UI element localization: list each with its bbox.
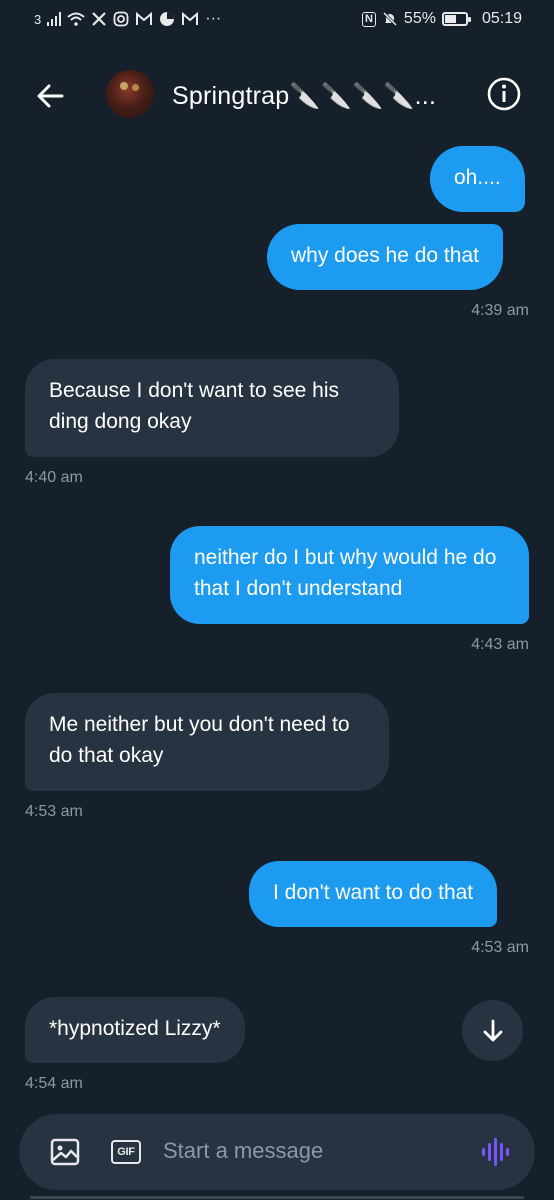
message-composer: GIF Start a message (19, 1114, 535, 1190)
message-timestamp: 4:43 am (471, 636, 529, 653)
wifi-icon (67, 12, 85, 26)
clock: 05:19 (481, 10, 522, 27)
gmail-icon (182, 12, 199, 25)
conversation-header: Springtrap🔪🔪🔪🔪... (0, 60, 554, 130)
battery-percent: 55% (403, 10, 436, 27)
message-input[interactable]: Start a message (163, 1138, 323, 1164)
more-notifications-icon: ··· (205, 10, 222, 27)
message-timestamp: 4:53 am (471, 939, 529, 956)
image-icon[interactable] (50, 1138, 80, 1166)
nfc-icon: N (361, 11, 376, 27)
message-bubble-received[interactable]: Me neither but you don't need to do that… (25, 693, 389, 791)
info-icon[interactable] (486, 76, 522, 112)
instagram-icon (113, 11, 129, 27)
carrier-label: 3 (34, 11, 42, 27)
message-bubble-sent[interactable]: why does he do that (267, 224, 503, 290)
status-bar: 3 ··· N 55% 05:19 (0, 0, 554, 40)
message-timestamp: 4:40 am (25, 469, 83, 486)
voice-message-icon[interactable] (481, 1136, 509, 1168)
battery-icon (441, 12, 471, 26)
avatar[interactable] (106, 70, 154, 118)
arrow-left-icon[interactable] (30, 76, 70, 116)
contact-name[interactable]: Springtrap🔪🔪🔪🔪... (172, 82, 436, 111)
mute-bell-icon (382, 11, 397, 27)
gif-button[interactable]: GIF (111, 1140, 141, 1164)
app-icon (160, 12, 175, 26)
scroll-to-bottom-button[interactable] (462, 1000, 523, 1061)
gmail-icon (136, 12, 153, 25)
signal-icon (47, 12, 62, 26)
arrow-down-icon (483, 1019, 502, 1041)
message-timestamp: 4:54 am (25, 1075, 83, 1092)
message-bubble-sent[interactable]: neither do I but why would he do that I … (170, 526, 529, 624)
message-bubble-received[interactable]: Because I don't want to see his ding don… (25, 359, 399, 457)
x-logo-icon (92, 12, 107, 26)
message-bubble-sent[interactable]: I don't want to do that (249, 861, 498, 927)
message-bubble-received[interactable]: *hypnotized Lizzy* (25, 997, 245, 1063)
message-bubble-sent[interactable]: oh.... (430, 146, 525, 212)
message-timestamp: 4:53 am (25, 803, 83, 820)
gesture-bar (30, 1196, 524, 1199)
message-timestamp: 4:39 am (471, 302, 529, 319)
